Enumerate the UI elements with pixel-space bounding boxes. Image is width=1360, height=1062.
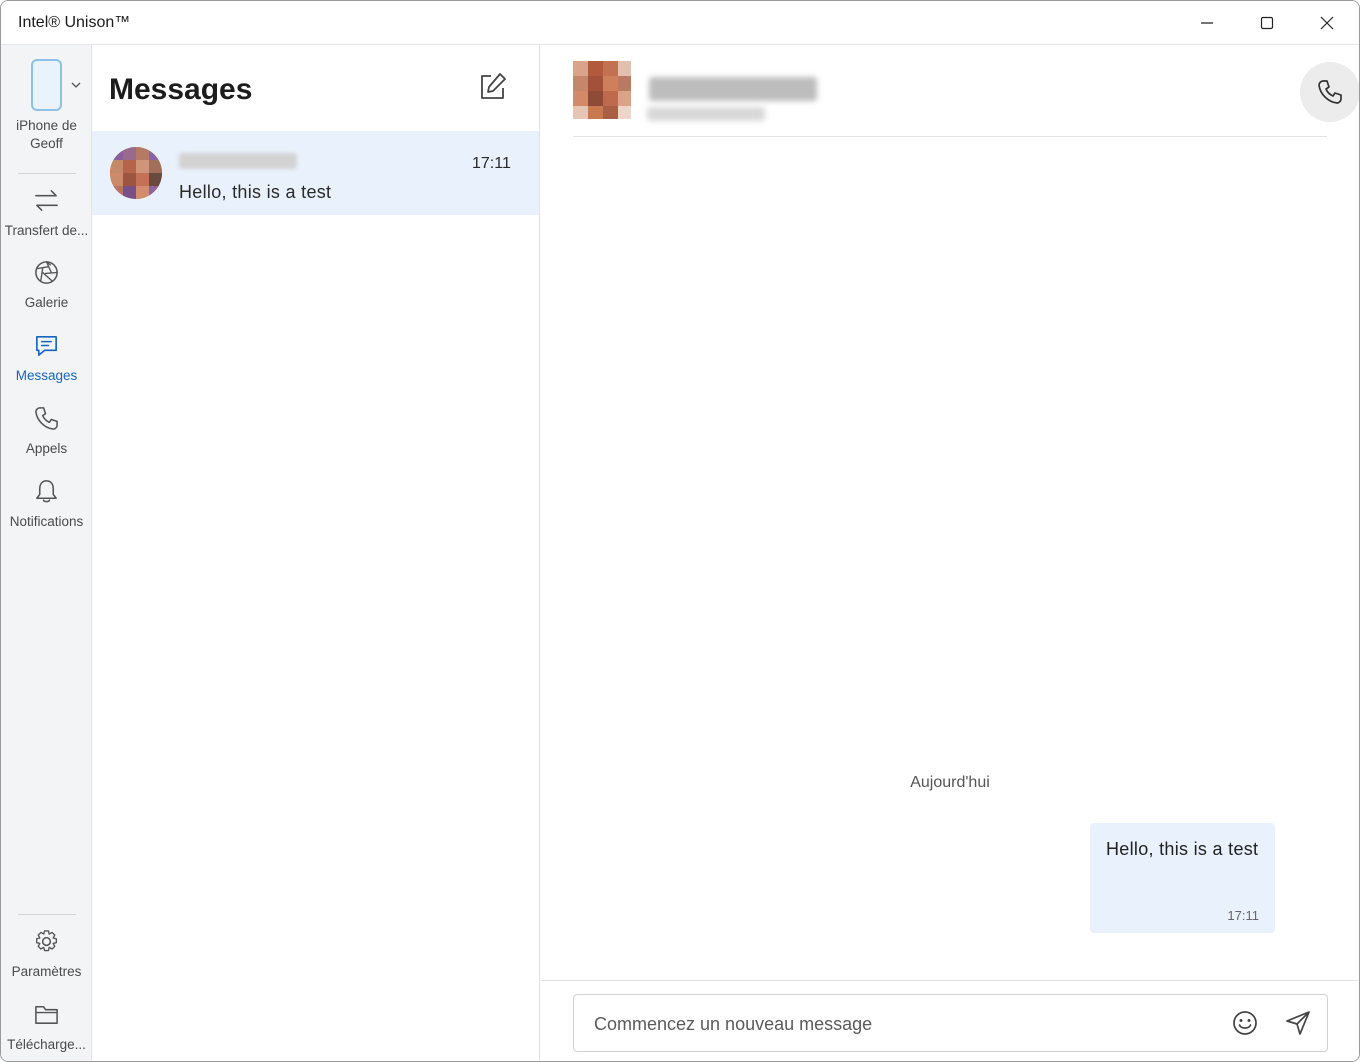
nav-label-downloads: Télécharge... xyxy=(7,1037,86,1052)
phone-icon xyxy=(35,407,58,430)
nav-item-gallery[interactable]: Galerie xyxy=(1,259,92,325)
message-input[interactable] xyxy=(594,1009,1214,1039)
send-icon[interactable] xyxy=(1284,1009,1312,1037)
nav-label-transfer: Transfert de... xyxy=(4,223,89,238)
aperture-icon xyxy=(35,261,58,284)
composer xyxy=(573,994,1328,1052)
folder-icon xyxy=(35,1006,58,1024)
nav-item-messages[interactable]: Messages xyxy=(1,332,92,398)
minimize-icon xyxy=(1201,22,1213,24)
nav-rail: iPhone de Geoff Transfert de... Galerie xyxy=(1,45,92,1061)
rail-divider xyxy=(18,914,76,915)
composer-bar xyxy=(541,980,1359,1061)
maximize-button[interactable] xyxy=(1237,1,1297,45)
smartphone-icon xyxy=(31,59,62,111)
avatar xyxy=(573,61,631,119)
rail-divider xyxy=(18,173,76,174)
nav-item-settings[interactable]: Paramètres xyxy=(1,928,92,994)
page-title: Messages xyxy=(109,73,253,106)
app-title: Intel® Unison™ xyxy=(18,14,131,31)
chat-pane: Aujourd'hui Hello, this is a test 17:11 xyxy=(541,45,1359,1061)
contact-name-redacted xyxy=(649,77,817,101)
gear-icon xyxy=(35,930,58,952)
call-button[interactable] xyxy=(1300,62,1359,122)
conversation-preview: Hello, this is a test xyxy=(179,182,332,202)
message-bubble-outgoing[interactable]: Hello, this is a test 17:11 xyxy=(1090,823,1275,933)
nav-item-notifications[interactable]: Notifications xyxy=(1,478,92,544)
message-icon xyxy=(36,336,57,356)
nav-item-calls[interactable]: Appels xyxy=(1,405,92,471)
nav-item-downloads[interactable]: Télécharge... xyxy=(1,1001,92,1061)
date-separator: Aujourd'hui xyxy=(910,774,990,791)
conversation-list-pane: Messages 17:11 Hello, this is a test xyxy=(92,45,540,1061)
nav-item-transfer[interactable]: Transfert de... xyxy=(1,187,92,253)
close-icon xyxy=(1320,16,1334,30)
contact-number-redacted xyxy=(647,107,765,121)
title-bar: Intel® Unison™ xyxy=(1,1,1359,45)
chat-header xyxy=(573,45,1359,137)
nav-label-messages: Messages xyxy=(15,368,78,383)
emoji-icon[interactable] xyxy=(1231,1009,1259,1037)
bell-icon xyxy=(36,480,57,503)
conversation-item[interactable]: 17:11 Hello, this is a test xyxy=(92,131,539,215)
device-name: iPhone de Geoff xyxy=(16,118,77,151)
nav-label-notifications: Notifications xyxy=(9,514,84,529)
compose-icon[interactable] xyxy=(476,71,508,103)
nav-label-calls: Appels xyxy=(25,441,68,456)
phone-icon xyxy=(1318,80,1342,104)
avatar xyxy=(110,147,162,199)
device-selector[interactable]: iPhone de Geoff xyxy=(1,45,92,163)
maximize-icon xyxy=(1260,16,1274,30)
nav-label-settings: Paramètres xyxy=(11,964,82,979)
conversation-time: 17:11 xyxy=(472,155,511,172)
transfer-arrows-icon xyxy=(35,190,58,211)
nav-label-gallery: Galerie xyxy=(24,295,69,310)
app-window: Intel® Unison™ iPhone de Geoff Transfert… xyxy=(0,0,1360,1062)
message-text: Hello, this is a test xyxy=(1106,839,1259,859)
minimize-button[interactable] xyxy=(1177,1,1237,45)
message-time: 17:11 xyxy=(1227,908,1259,923)
contact-name-redacted xyxy=(179,153,297,169)
close-button[interactable] xyxy=(1297,1,1357,45)
chevron-down-icon xyxy=(71,82,81,88)
